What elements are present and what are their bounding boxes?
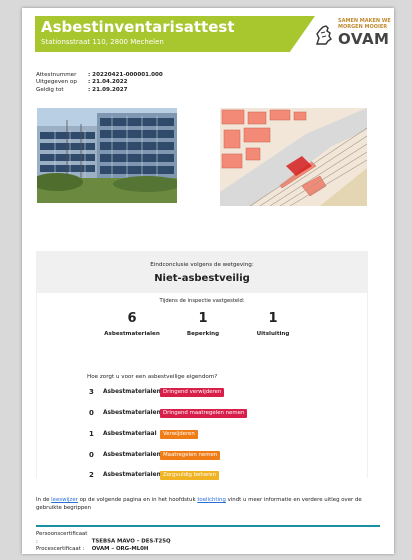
action-row: 3 Asbestmaterialen Dringend verwijderen <box>89 387 225 397</box>
footer-divider <box>36 525 380 527</box>
stat-count: 1 <box>268 311 278 326</box>
action-material: Asbestmaterialen <box>103 410 161 416</box>
meta-row: Attestnummer : 20220421-000001.000 <box>36 72 163 79</box>
meta-label: Uitgegeven op <box>36 79 77 86</box>
logo-wordmark: OVAM <box>338 30 390 48</box>
stat-label: Beperking <box>186 331 220 337</box>
conclusion-panel: Eindconclusie volgens de wetgeving: Niet… <box>36 251 368 480</box>
action-row: 0 Asbestmaterialen Dringend maatregelen … <box>89 408 248 418</box>
stat-count: 6 <box>127 311 137 326</box>
stat-asbestos-materials: 6 Asbestmaterialen <box>92 311 172 337</box>
stat-label: Asbestmaterialen <box>104 331 160 337</box>
cert-value: TSEBSA MAVO – DES-T25Q <box>91 538 171 545</box>
cert-value: OVAM – ORG-ML0H <box>91 546 149 553</box>
property-address: Stationsstraat 110, 2800 Mechelen <box>41 38 164 46</box>
action-count: 0 <box>89 409 94 417</box>
action-badge: Dringend verwijderen <box>160 387 225 397</box>
action-material: Asbestmateriaal <box>103 431 157 437</box>
header-banner: Asbestinventarisattest Stationsstraat 11… <box>35 16 315 52</box>
stat-count: 1 <box>198 311 208 326</box>
action-badge: Zorgvuldig beheren <box>160 470 219 480</box>
conclusion-heading: Eindconclusie volgens de wetgeving: <box>150 262 254 268</box>
meta-value: : 20220421-000001.000 <box>88 72 163 78</box>
location-map <box>220 108 367 206</box>
findings-card: Tijdens de inspectie vastgesteld: 6 Asbe… <box>37 293 367 480</box>
meta-value: : 21.09.2027 <box>88 86 128 93</box>
meta-row: Uitgegeven op : 21.04.2022 <box>36 79 163 86</box>
process-certificate: Procescertificaat : OVAM – ORG-ML0H <box>36 546 171 554</box>
action-badge: Maatregelen nemen <box>160 450 221 460</box>
document-title: Asbestinventarisattest <box>41 18 235 36</box>
action-row: 2 Asbestmaterialen Zorgvuldig beheren <box>89 470 219 480</box>
explanation-link[interactable]: toelichting <box>197 497 226 503</box>
action-material: Asbestmaterialen <box>103 389 161 395</box>
action-count: 1 <box>89 430 94 438</box>
action-count: 2 <box>89 471 94 479</box>
stat-limitation: 1 Beperking <box>163 311 243 337</box>
certificate-meta: Attestnummer : 20220421-000001.000 Uitge… <box>36 72 163 94</box>
action-row: 1 Asbestmateriaal Verwijderen <box>89 429 198 439</box>
ovam-logo: SAMEN MAKEN WE MORGEN MOOIER OVAM <box>310 16 394 54</box>
findings-heading: Tijdens de inspectie vastgesteld: <box>159 298 245 304</box>
reading-guide-link[interactable]: leeswijzer <box>51 497 78 503</box>
verdict: Niet-asbestveilig <box>154 273 250 284</box>
cert-label: Procescertificaat : <box>36 546 85 553</box>
safety-question: Hoe zorgt u voor een asbestveilige eigen… <box>87 374 218 380</box>
note-text: In de <box>36 497 52 503</box>
action-material: Asbestmaterialen <box>103 472 161 478</box>
cert-label: Persoonscertificaat : <box>36 531 88 545</box>
meta-value: : 21.04.2022 <box>88 79 128 86</box>
guidance-note: In de leeswijzer op de volgende pagina e… <box>36 497 376 512</box>
certificates: Persoonscertificaat : TSEBSA MAVO – DES-… <box>36 531 171 554</box>
meta-row: Geldig tot : 21.09.2027 <box>36 87 163 94</box>
certificate-page: Asbestinventarisattest Stationsstraat 11… <box>22 8 394 554</box>
action-count: 3 <box>89 388 94 396</box>
action-count: 0 <box>89 451 94 459</box>
action-row: 0 Asbestmaterialen Maatregelen nemen <box>89 450 221 460</box>
stat-label: Uitsluiting <box>256 331 290 337</box>
note-text: op de volgende pagina en in het hoofdstu… <box>77 497 198 503</box>
logo-tagline: SAMEN MAKEN WE MORGEN MOOIER <box>338 18 391 30</box>
stat-exclusion: 1 Uitsluiting <box>233 311 313 337</box>
meta-label: Attestnummer <box>36 72 77 78</box>
meta-label: Geldig tot <box>36 86 64 93</box>
action-badge: Verwijderen <box>160 429 198 439</box>
person-certificate: Persoonscertificaat : TSEBSA MAVO – DES-… <box>36 531 171 546</box>
action-material: Asbestmaterialen <box>103 452 161 458</box>
building-photo <box>37 108 177 203</box>
action-badge: Dringend maatregelen nemen <box>160 408 248 418</box>
flemish-lion-icon <box>316 25 332 45</box>
